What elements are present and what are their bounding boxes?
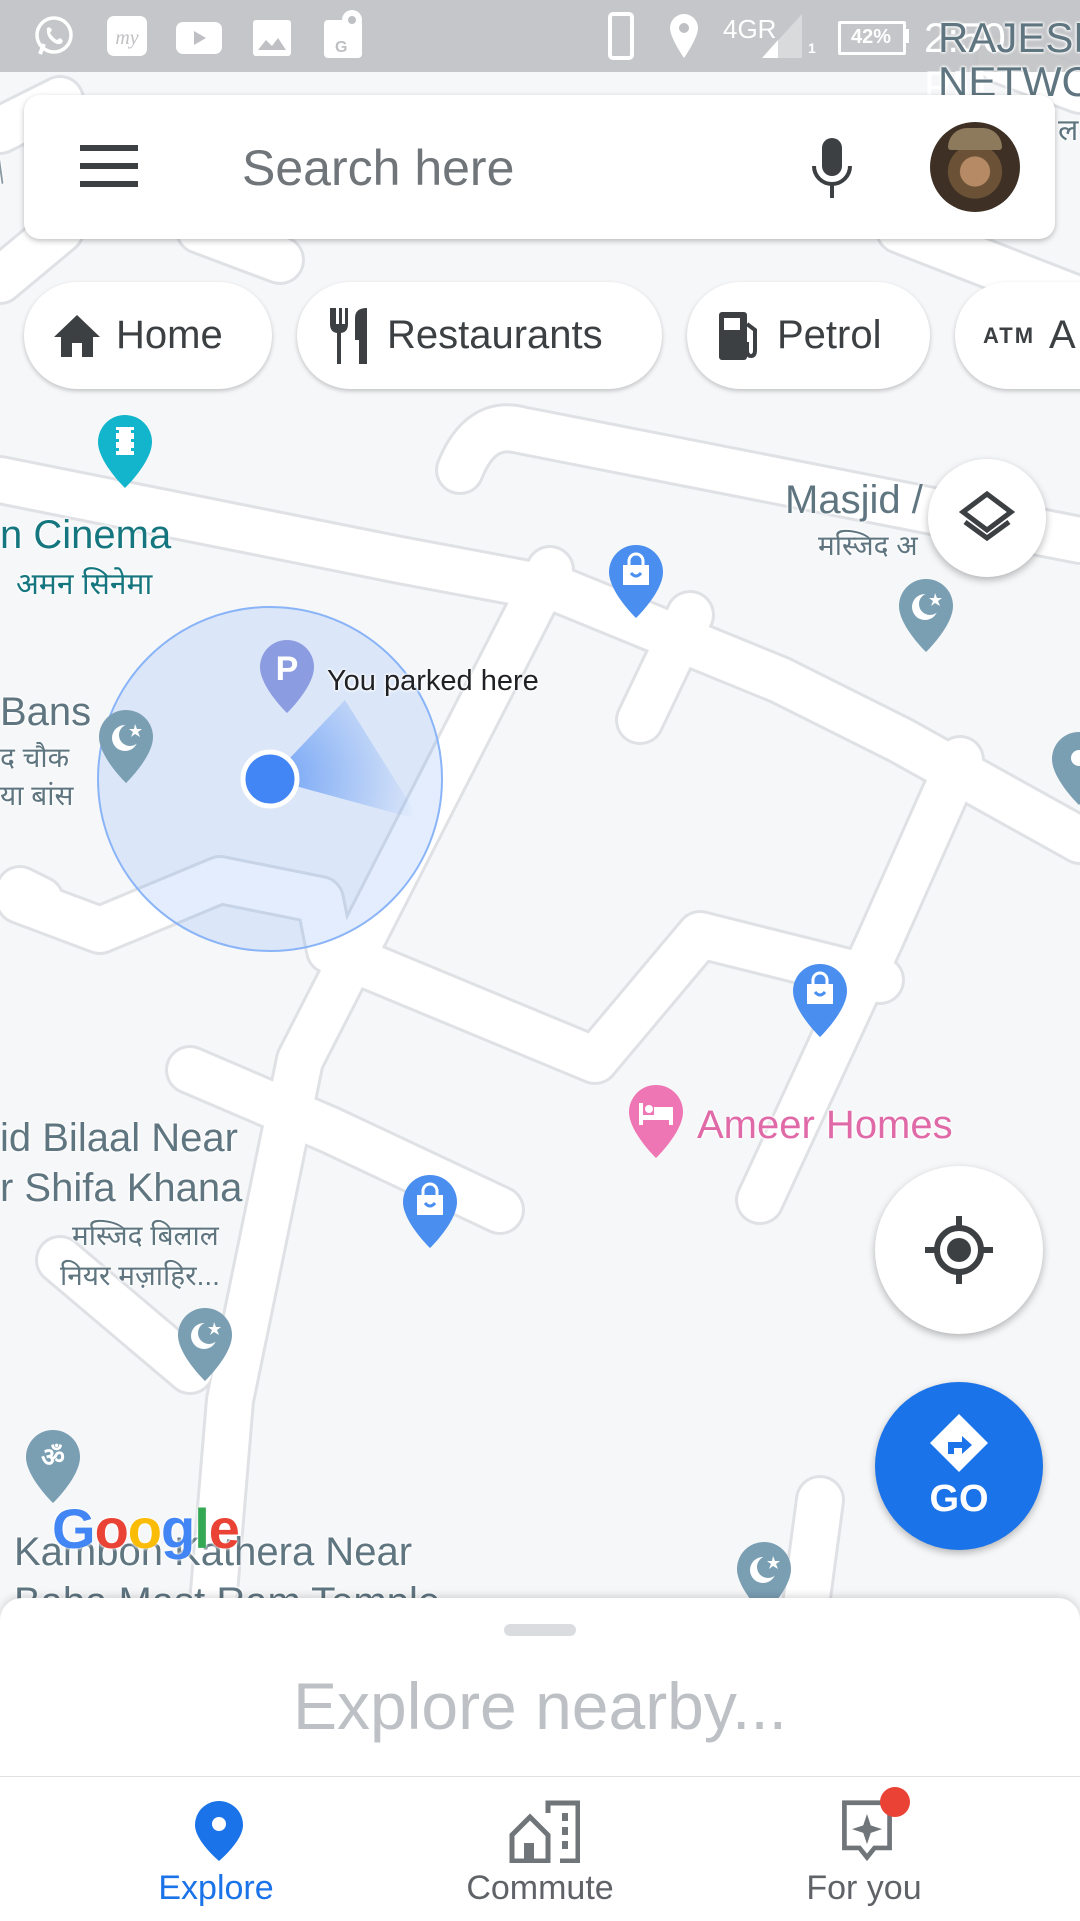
battery-percent: 42% (851, 26, 892, 48)
mosque-pin[interactable] (97, 708, 155, 788)
nav-label: Explore (158, 1869, 274, 1907)
svg-text:P: P (276, 650, 299, 688)
myjio-icon: my (107, 16, 147, 56)
menu-icon[interactable] (80, 145, 138, 187)
chip-petrol[interactable]: Petrol (687, 282, 930, 389)
maps-go-icon: G (324, 10, 362, 58)
my-location-button[interactable] (875, 1166, 1043, 1334)
whatsapp-icon (35, 16, 73, 55)
home-icon (54, 314, 100, 357)
map-label-ameer-homes[interactable]: Ameer Homes (697, 1103, 953, 1148)
layers-icon (959, 490, 1015, 542)
map-label-bans[interactable]: Bans (0, 690, 91, 735)
sheet-drag-handle[interactable] (504, 1624, 576, 1636)
map-label-cinema[interactable]: n Cinema (0, 513, 171, 558)
atm-icon: ATM (983, 322, 1036, 348)
map-label-bans-hindi-1: द चौक (0, 742, 70, 773)
directions-icon (930, 1413, 988, 1472)
nav-tab-for-you[interactable]: For you (684, 1777, 1044, 1921)
hotel-pin[interactable] (627, 1083, 685, 1163)
chip-restaurants[interactable]: Restaurants (297, 282, 662, 389)
map-label-bilaal-1[interactable]: id Bilaal Near (0, 1116, 238, 1161)
go-button[interactable]: GO (875, 1382, 1043, 1550)
google-logo: Google (52, 1497, 240, 1560)
shopping-pin[interactable] (607, 543, 665, 623)
map-label-bilaal-2[interactable]: r Shifa Khana (0, 1166, 242, 1211)
cinema-pin[interactable] (96, 413, 154, 493)
nav-label: For you (806, 1869, 922, 1907)
map-pin-partial[interactable] (1050, 730, 1080, 810)
status-bar: my G 4GR 1 42% 2:50 PM (0, 0, 1080, 109)
crosshair-icon (925, 1216, 993, 1284)
svg-text:ॐ: ॐ (41, 1443, 65, 1473)
chip-label: Home (116, 313, 223, 357)
chip-label: A (1049, 313, 1076, 357)
petrol-icon (719, 311, 757, 360)
go-label: GO (929, 1477, 989, 1520)
battery-tip (904, 29, 909, 43)
explore-nearby-title[interactable]: Explore nearby... (0, 1668, 1080, 1744)
map-label-masjid[interactable]: Masjid / (785, 478, 923, 523)
search-input[interactable] (240, 133, 804, 203)
map-label-bilaal-hindi-1: मस्जिद बिलाल (72, 1220, 219, 1251)
gallery-icon (253, 20, 291, 56)
battery-icon: 42% (838, 21, 906, 55)
mosque-pin[interactable] (897, 577, 955, 657)
location-status-icon (670, 14, 698, 58)
layers-button[interactable] (928, 459, 1046, 577)
sim-slot: 1 (808, 40, 816, 56)
mosque-pin[interactable] (176, 1306, 234, 1386)
nav-tab-commute[interactable]: Commute (360, 1777, 720, 1921)
map-label-rajesh-hindi: ल (1058, 114, 1079, 147)
chip-atm[interactable]: ATM A (955, 282, 1080, 389)
map-label-bilaal-hindi-2: नियर मज़ाहिर... (60, 1260, 220, 1291)
youtube-icon (176, 22, 222, 54)
shopping-pin[interactable] (401, 1173, 459, 1253)
map-label-bans-hindi-2: या बांस (0, 780, 74, 811)
shopping-pin[interactable] (791, 962, 849, 1042)
phone-vibrate-icon (608, 12, 634, 60)
avatar-cap (948, 128, 1002, 150)
explore-sheet[interactable]: Explore nearby... (0, 1598, 1080, 1778)
restaurant-icon (330, 307, 367, 364)
microphone-icon[interactable] (810, 138, 854, 198)
account-avatar[interactable] (930, 122, 1020, 212)
chip-label: Petrol (777, 313, 882, 357)
svg-text:my: my (115, 27, 138, 49)
commute-icon (509, 1800, 580, 1863)
my-location-dot (240, 749, 300, 809)
explore-pin-icon (195, 1801, 243, 1861)
map-label-cinema-hindi: अमन सिनेमा (16, 568, 153, 601)
parked-here-label[interactable]: You parked here (327, 665, 539, 698)
nav-tab-explore[interactable]: Explore (36, 1777, 396, 1921)
map-label-rajesh[interactable]: RAJESH (938, 14, 1080, 62)
chip-label: Restaurants (387, 313, 603, 357)
chip-home[interactable]: Home (24, 282, 272, 389)
parking-pin[interactable]: P (258, 638, 316, 718)
notification-badge (880, 1787, 910, 1817)
search-bar[interactable] (24, 95, 1055, 239)
signal-icon (762, 14, 802, 58)
map-label-masjid-hindi: मस्जिद अ (818, 530, 918, 561)
nav-label: Commute (466, 1869, 614, 1907)
bottom-navigation: Explore Commute For you (0, 1776, 1080, 1921)
svg-text:G: G (335, 39, 347, 56)
